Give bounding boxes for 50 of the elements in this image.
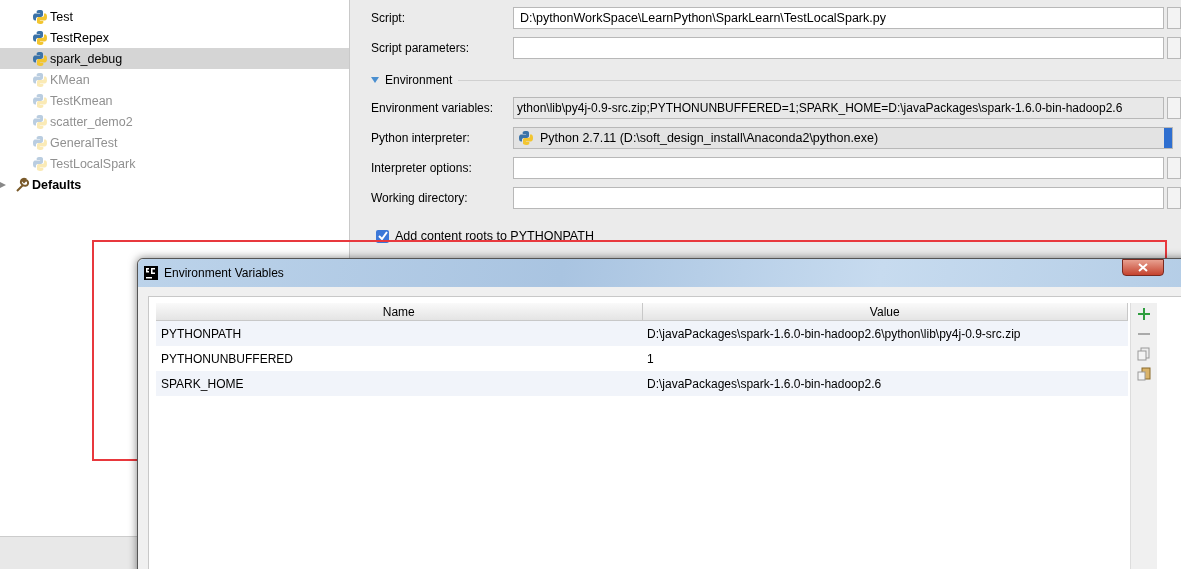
column-header[interactable]: Name bbox=[156, 303, 642, 321]
table-cell: 1 bbox=[642, 346, 1128, 371]
close-icon bbox=[1137, 263, 1149, 272]
field-label: Interpreter options: bbox=[371, 161, 473, 175]
table-cell: PYTHONPATH bbox=[156, 320, 642, 346]
python-icon bbox=[32, 113, 48, 130]
text-field[interactable]: ython\lib\py4j-0.9-src.zip;PYTHONUNBUFFERED=1;SPARK_HOME=D:\javaPackages\spark-1.6.0-bin-hadoop2.6 bbox=[513, 97, 1164, 119]
python-icon bbox=[32, 50, 48, 67]
table-cell: D:\javaPackages\spark-1.6.0-bin-hadoop2.6 bbox=[642, 371, 1128, 396]
tree-item[interactable]: TestRepex bbox=[0, 27, 349, 48]
browse-button[interactable] bbox=[1167, 157, 1181, 179]
dialog-title: Environment Variables bbox=[164, 266, 284, 280]
text-field[interactable] bbox=[513, 157, 1164, 179]
python-icon bbox=[32, 71, 48, 88]
copy-icon[interactable] bbox=[1137, 347, 1151, 361]
dropdown-arrow-button[interactable] bbox=[1164, 128, 1172, 148]
field-label: Script: bbox=[371, 11, 406, 25]
browse-button[interactable] bbox=[1167, 97, 1181, 119]
text-field[interactable] bbox=[513, 187, 1164, 209]
text-field[interactable] bbox=[513, 37, 1164, 59]
tree-item[interactable]: spark_debug bbox=[0, 48, 349, 69]
expand-arrow-icon[interactable] bbox=[0, 181, 6, 188]
column-header[interactable]: Value bbox=[642, 303, 1128, 321]
python-icon bbox=[32, 92, 48, 109]
browse-button[interactable] bbox=[1167, 187, 1181, 209]
add-icon[interactable] bbox=[1137, 307, 1151, 321]
close-button[interactable] bbox=[1122, 259, 1164, 276]
table-cell: PYTHONUNBUFFERED bbox=[156, 346, 642, 371]
checkbox-label: Add content roots to PYTHONPATH bbox=[395, 229, 594, 243]
table-cell: SPARK_HOME bbox=[156, 371, 642, 396]
field-label: Script parameters: bbox=[371, 41, 471, 55]
field-label: Working directory: bbox=[371, 191, 469, 205]
app-logo-icon bbox=[144, 266, 158, 280]
python-icon bbox=[32, 29, 48, 46]
collapse-triangle-icon[interactable] bbox=[371, 77, 379, 83]
interpreter-dropdown[interactable]: Python 2.7.11 (D:\soft_design_install\Anaconda2\python.exe) bbox=[513, 127, 1173, 149]
table-cell: D:\javaPackages\spark-1.6.0-bin-hadoop2.6\python\lib\py4j-0.9-src.zip bbox=[642, 320, 1128, 346]
section-title: Environment bbox=[385, 73, 453, 87]
python-icon bbox=[518, 130, 534, 146]
browse-button[interactable] bbox=[1167, 37, 1181, 59]
tree-item[interactable]: Defaults bbox=[0, 174, 349, 195]
browse-button[interactable] bbox=[1167, 7, 1181, 29]
text-field[interactable]: D:\pythonWorkSpace\LearnPython\SparkLearn\TestLocalSpark.py bbox=[513, 7, 1164, 29]
python-icon bbox=[32, 155, 48, 172]
python-icon bbox=[32, 134, 48, 151]
field-label: Python interpreter: bbox=[371, 131, 471, 145]
tree-item[interactable]: Test bbox=[0, 6, 349, 27]
python-icon bbox=[32, 8, 48, 25]
paste-icon[interactable] bbox=[1137, 367, 1151, 381]
field-label: Environment variables: bbox=[371, 101, 495, 115]
